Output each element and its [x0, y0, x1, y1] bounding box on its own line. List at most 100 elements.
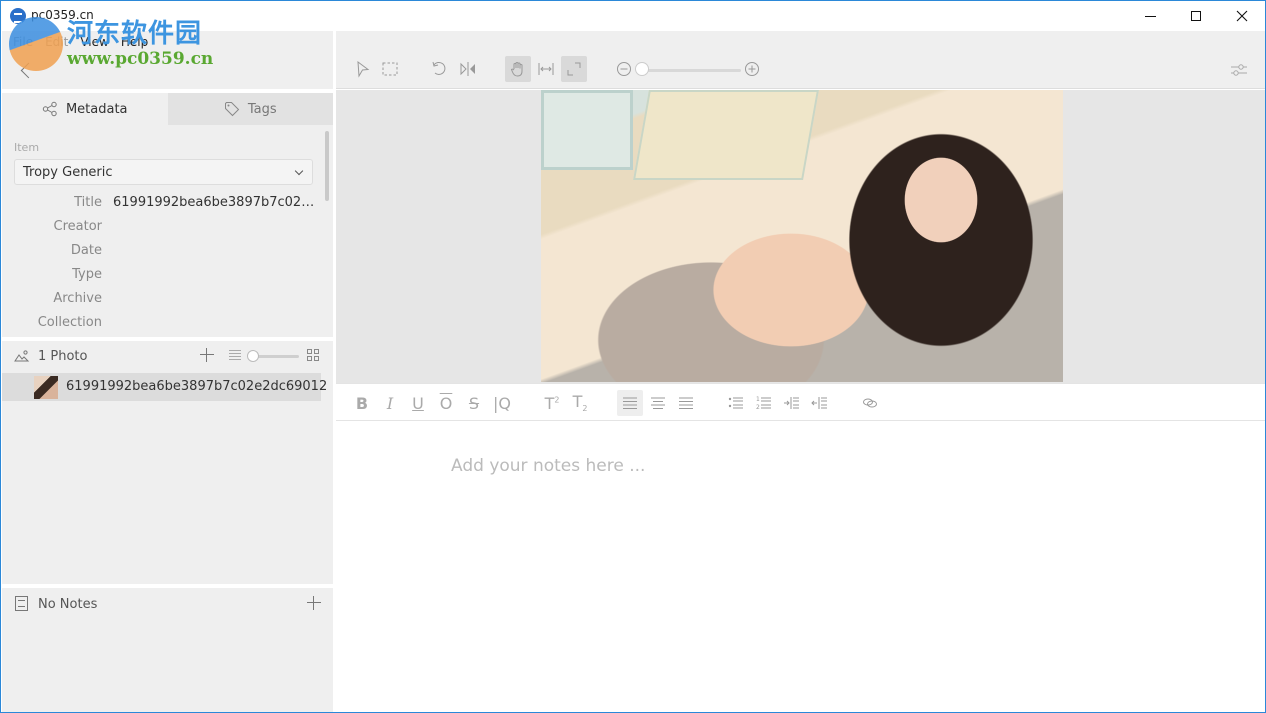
image-viewer[interactable]	[336, 90, 1265, 383]
align-right-button[interactable]	[673, 390, 699, 416]
app-icon	[10, 8, 26, 24]
notes-panel: No Notes	[2, 588, 333, 712]
pan-button[interactable]	[505, 56, 531, 82]
sidebar: Metadata Tags Item Tropy Generic Title 6…	[2, 31, 333, 712]
notes-icon	[15, 596, 28, 611]
photo-detail	[541, 90, 633, 170]
field-archive[interactable]: Archive	[2, 287, 333, 311]
outdent-button[interactable]	[807, 390, 833, 416]
maximize-button[interactable]	[1173, 1, 1219, 31]
zoom-slider-track[interactable]	[636, 69, 741, 72]
blockquote-icon: |Q	[493, 393, 511, 413]
align-left-button[interactable]	[617, 390, 643, 416]
tab-metadata[interactable]: Metadata	[2, 93, 168, 125]
fit-best-button[interactable]	[561, 56, 587, 82]
bullet-list-button[interactable]	[723, 390, 749, 416]
field-date[interactable]: Date	[2, 239, 333, 263]
bullet-list-icon	[728, 397, 743, 409]
chevron-down-icon	[294, 166, 304, 176]
menu-bar: File Edit View Help	[1, 31, 154, 53]
field-type[interactable]: Type	[2, 263, 333, 287]
field-label: Type	[72, 267, 102, 282]
main-area: B I U O S |Q T2 T2 12 Add your notes her…	[336, 31, 1265, 712]
superscript-button[interactable]: T2	[539, 390, 565, 416]
photo-list-item[interactable]: 61991992bea6be3897b7c02e2dc69012	[2, 373, 327, 401]
add-note-button[interactable]	[306, 595, 322, 611]
zoom-out-button[interactable]	[611, 56, 637, 82]
field-label: Creator	[53, 219, 103, 234]
rect-select-button[interactable]	[377, 56, 403, 82]
cursor-icon	[357, 60, 370, 78]
photo-icon	[14, 350, 30, 362]
italic-icon: I	[386, 393, 394, 413]
svg-text:2: 2	[756, 404, 760, 411]
bold-button[interactable]: B	[349, 390, 375, 416]
grid-view-icon[interactable]	[307, 349, 319, 361]
menu-file[interactable]: File	[7, 31, 39, 53]
menu-edit[interactable]: Edit	[39, 31, 74, 53]
slider-knob[interactable]	[247, 350, 259, 362]
zoom-in-icon	[745, 62, 759, 76]
rotate-button[interactable]	[426, 56, 452, 82]
blockquote-button[interactable]: |Q	[489, 390, 515, 416]
svg-text:1: 1	[756, 396, 760, 403]
indent-button[interactable]	[779, 390, 805, 416]
mirror-button[interactable]	[455, 56, 481, 82]
field-label: Archive	[53, 291, 102, 306]
overline-button[interactable]: O	[433, 390, 459, 416]
expand-icon	[567, 62, 581, 76]
ordered-list-button[interactable]: 12	[751, 390, 777, 416]
fit-width-button[interactable]	[533, 56, 559, 82]
list-view-icon[interactable]	[229, 350, 241, 361]
field-collection[interactable]: Collection	[2, 311, 333, 335]
photo-detail	[633, 90, 819, 180]
superscript-icon: T2	[544, 393, 560, 413]
minimize-button[interactable]	[1127, 1, 1173, 31]
underline-button[interactable]: U	[405, 390, 431, 416]
selection-icon	[382, 62, 398, 76]
sliders-icon[interactable]	[1229, 61, 1249, 79]
outdent-icon	[811, 397, 827, 409]
arrow-select-button[interactable]	[349, 56, 375, 82]
item-section-label: Item	[14, 141, 40, 154]
template-select[interactable]: Tropy Generic	[14, 159, 313, 185]
zoom-slider-knob[interactable]	[635, 62, 649, 76]
field-label: Title	[74, 195, 102, 210]
align-right-icon	[679, 397, 693, 409]
fit-width-icon	[538, 63, 554, 75]
format-toolbar: B I U O S |Q T2 T2 12	[336, 383, 1265, 421]
strikethrough-button[interactable]: S	[461, 390, 487, 416]
align-center-icon	[651, 397, 665, 409]
close-button[interactable]	[1219, 1, 1265, 31]
field-label: Date	[70, 243, 102, 258]
title-bar: pc0359.cn	[1, 1, 1265, 31]
photo-image[interactable]	[541, 90, 1063, 382]
notes-editor[interactable]: Add your notes here ...	[336, 422, 1265, 712]
tab-tags[interactable]: Tags	[167, 93, 333, 125]
link-icon	[863, 398, 877, 408]
viewer-toolbar	[336, 51, 1265, 89]
field-label: Collection	[37, 315, 102, 330]
photo-panel-header: 1 Photo	[2, 341, 333, 371]
window-title: pc0359.cn	[31, 8, 94, 22]
rotate-icon	[432, 61, 446, 75]
align-center-button[interactable]	[645, 390, 671, 416]
hand-icon	[510, 62, 523, 77]
menu-view[interactable]: View	[74, 31, 114, 53]
link-button[interactable]	[857, 390, 883, 416]
zoom-in-button[interactable]	[739, 56, 765, 82]
back-button[interactable]	[19, 61, 35, 81]
ordered-list-icon: 12	[756, 396, 771, 411]
field-title[interactable]: Title 61991992bea6be3897b7c02e2dc...	[2, 191, 333, 215]
subscript-button[interactable]: T2	[567, 390, 593, 416]
menu-help[interactable]: Help	[115, 31, 154, 53]
overline-icon: O	[439, 393, 453, 413]
thumbnail-size-slider[interactable]	[247, 348, 301, 364]
add-photo-button[interactable]	[199, 347, 215, 363]
field-value[interactable]: 61991992bea6be3897b7c02e2dc...	[113, 195, 318, 210]
italic-button[interactable]: I	[377, 390, 403, 416]
field-creator[interactable]: Creator	[2, 215, 333, 239]
notes-label: No Notes	[38, 597, 98, 612]
mirror-icon	[460, 62, 475, 76]
tab-metadata-label: Metadata	[65, 101, 128, 117]
